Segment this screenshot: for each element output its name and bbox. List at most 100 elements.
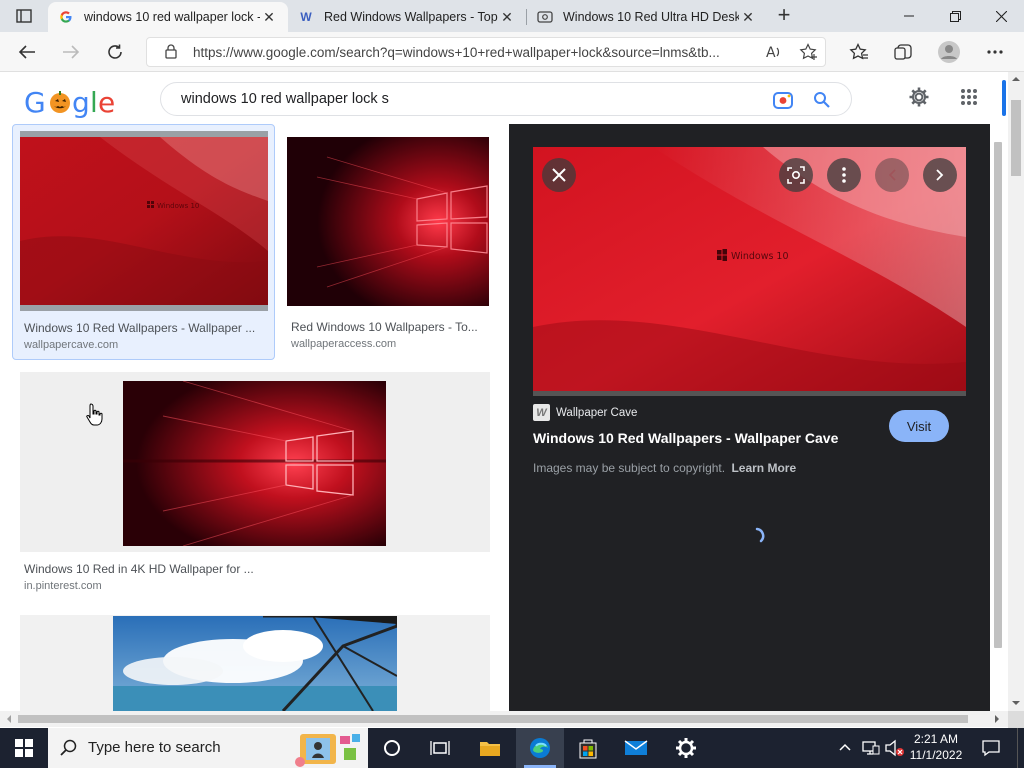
close-tab-icon[interactable]: ✕ bbox=[260, 9, 278, 26]
forward-arrow-icon bbox=[63, 45, 80, 59]
back-arrow-icon bbox=[18, 45, 35, 59]
collections-button[interactable] bbox=[888, 37, 918, 67]
tab-actions-button[interactable] bbox=[10, 5, 38, 27]
image-result-card[interactable] bbox=[20, 615, 490, 711]
volume-muted-icon[interactable] bbox=[885, 739, 905, 760]
preview-site-name[interactable]: Wallpaper Cave bbox=[556, 407, 637, 419]
start-button[interactable] bbox=[0, 728, 48, 768]
cortana-circle-icon bbox=[384, 740, 400, 756]
notification-center-icon bbox=[982, 740, 1000, 757]
store-button[interactable] bbox=[564, 728, 612, 768]
read-aloud-icon[interactable]: A bbox=[765, 43, 783, 64]
windows-logo-icon bbox=[15, 739, 33, 757]
taskbar-search-box[interactable]: Type here to search bbox=[48, 728, 368, 768]
result-thumbnail[interactable]: Windows 10 bbox=[20, 131, 268, 311]
scroll-left-arrow-icon bbox=[7, 715, 11, 723]
svg-text:A: A bbox=[766, 45, 776, 61]
result-source[interactable]: wallpaperaccess.com bbox=[291, 338, 396, 350]
svg-text:l: l bbox=[90, 86, 97, 119]
page-vertical-scrollbar[interactable] bbox=[1008, 72, 1024, 712]
google-apps-button[interactable] bbox=[960, 88, 978, 109]
next-image-button[interactable] bbox=[923, 158, 957, 192]
back-button[interactable] bbox=[12, 37, 42, 67]
result-source[interactable]: wallpapercave.com bbox=[24, 339, 118, 351]
horizontal-scrollbar[interactable] bbox=[0, 711, 1008, 727]
mail-icon bbox=[624, 740, 648, 755]
minimize-icon bbox=[904, 15, 914, 17]
preview-title[interactable]: Windows 10 Red Wallpapers - Wallpaper Ca… bbox=[533, 430, 838, 446]
visit-button[interactable]: Visit bbox=[889, 410, 949, 442]
chevron-right-icon bbox=[936, 169, 944, 181]
previous-image-button[interactable] bbox=[875, 158, 909, 192]
notifications-button[interactable] bbox=[982, 739, 1000, 760]
google-favicon-icon bbox=[58, 9, 74, 25]
result-source[interactable]: in.pinterest.com bbox=[24, 580, 102, 592]
horizontal-scrollbar-thumb[interactable] bbox=[18, 715, 968, 723]
system-clock[interactable]: 2:21 AM 11/1/2022 bbox=[906, 731, 966, 763]
learn-more-link[interactable]: Learn More bbox=[731, 461, 796, 475]
result-title[interactable]: Red Windows 10 Wallpapers - To... bbox=[291, 320, 478, 334]
scroll-down-arrow-icon bbox=[1012, 701, 1020, 705]
favorites-button[interactable] bbox=[844, 37, 874, 67]
results-scrollbar-thumb[interactable] bbox=[994, 142, 1002, 648]
result-title[interactable]: Windows 10 Red Wallpapers - Wallpaper ..… bbox=[24, 321, 255, 335]
url-text: https://www.google.com/search?q=windows+… bbox=[193, 45, 720, 60]
cortana-button[interactable] bbox=[368, 728, 416, 768]
site-favicon-icon: W bbox=[533, 404, 550, 421]
clock-date: 11/1/2022 bbox=[909, 748, 963, 762]
lens-search-button[interactable] bbox=[779, 158, 813, 192]
mail-button[interactable] bbox=[612, 728, 660, 768]
hand-cursor-icon bbox=[86, 402, 104, 429]
url-field[interactable]: https://www.google.com/search?q=windows+… bbox=[146, 37, 826, 67]
tab-title: Red Windows Wallpapers - Top F bbox=[324, 10, 498, 24]
refresh-button[interactable] bbox=[100, 37, 130, 67]
profile-button[interactable] bbox=[934, 37, 964, 67]
tab-title: windows 10 red wallpaper lock - bbox=[84, 10, 260, 24]
result-thumbnail[interactable] bbox=[287, 137, 489, 306]
new-tab-button[interactable]: + bbox=[772, 3, 796, 29]
google-doodle-logo[interactable]: G g l e bbox=[24, 86, 116, 127]
image-result-card[interactable]: Windows 10 Windows 10 Red Wallpapers - W… bbox=[12, 124, 275, 360]
tab-ultra-hd[interactable]: Windows 10 Red Ultra HD Deskt ✕ bbox=[527, 2, 767, 32]
close-preview-button[interactable] bbox=[542, 158, 576, 192]
result-thumbnail[interactable] bbox=[113, 616, 397, 711]
more-options-button[interactable] bbox=[827, 158, 861, 192]
lens-icon bbox=[787, 166, 805, 184]
settings-gear-button[interactable] bbox=[908, 86, 930, 111]
search-icon[interactable] bbox=[813, 91, 831, 112]
close-window-button[interactable] bbox=[978, 0, 1024, 32]
network-icon[interactable] bbox=[862, 740, 880, 759]
result-thumbnail[interactable] bbox=[123, 381, 386, 546]
search-input[interactable]: windows 10 red wallpaper lock s bbox=[160, 82, 852, 116]
close-icon bbox=[995, 10, 1007, 22]
refresh-icon bbox=[108, 44, 122, 59]
preview-windows-text: Windows 10 bbox=[731, 251, 789, 262]
show-desktop-button[interactable] bbox=[1017, 728, 1024, 768]
show-hidden-icons-button[interactable] bbox=[838, 740, 852, 757]
page-scrollbar-thumb[interactable] bbox=[1011, 100, 1021, 176]
minimize-button[interactable] bbox=[886, 0, 932, 32]
lock-icon[interactable] bbox=[165, 44, 177, 62]
loading-spinner-icon bbox=[749, 526, 769, 549]
settings-menu-button[interactable] bbox=[980, 37, 1010, 67]
result-title[interactable]: Windows 10 Red in 4K HD Wallpaper for ..… bbox=[24, 562, 254, 576]
restore-button[interactable] bbox=[932, 0, 978, 32]
taskbar-search-placeholder: Type here to search bbox=[88, 739, 221, 756]
tab-google-search[interactable]: windows 10 red wallpaper lock - ✕ bbox=[48, 2, 288, 32]
settings-taskbar-button[interactable] bbox=[662, 728, 710, 768]
task-view-button[interactable] bbox=[416, 728, 464, 768]
google-lens-icon[interactable] bbox=[772, 89, 794, 114]
image-result-card[interactable]: Red Windows 10 Wallpapers - To... wallpa… bbox=[280, 124, 498, 360]
task-view-icon bbox=[430, 741, 450, 755]
tab-wallpaperaccess[interactable]: W Red Windows Wallpapers - Top F ✕ bbox=[288, 2, 526, 32]
add-favorite-icon[interactable] bbox=[799, 43, 819, 64]
close-tab-icon[interactable]: ✕ bbox=[739, 9, 757, 26]
scroll-up-arrow-icon bbox=[1012, 77, 1020, 81]
svg-text:G: G bbox=[24, 86, 45, 119]
forward-button[interactable] bbox=[56, 37, 86, 67]
image-result-card[interactable]: Windows 10 Red in 4K HD Wallpaper for ..… bbox=[12, 370, 498, 600]
results-scrollbar[interactable] bbox=[990, 124, 1008, 711]
edge-taskbar-button[interactable] bbox=[516, 728, 564, 768]
file-explorer-button[interactable] bbox=[466, 728, 514, 768]
close-tab-icon[interactable]: ✕ bbox=[498, 9, 516, 26]
